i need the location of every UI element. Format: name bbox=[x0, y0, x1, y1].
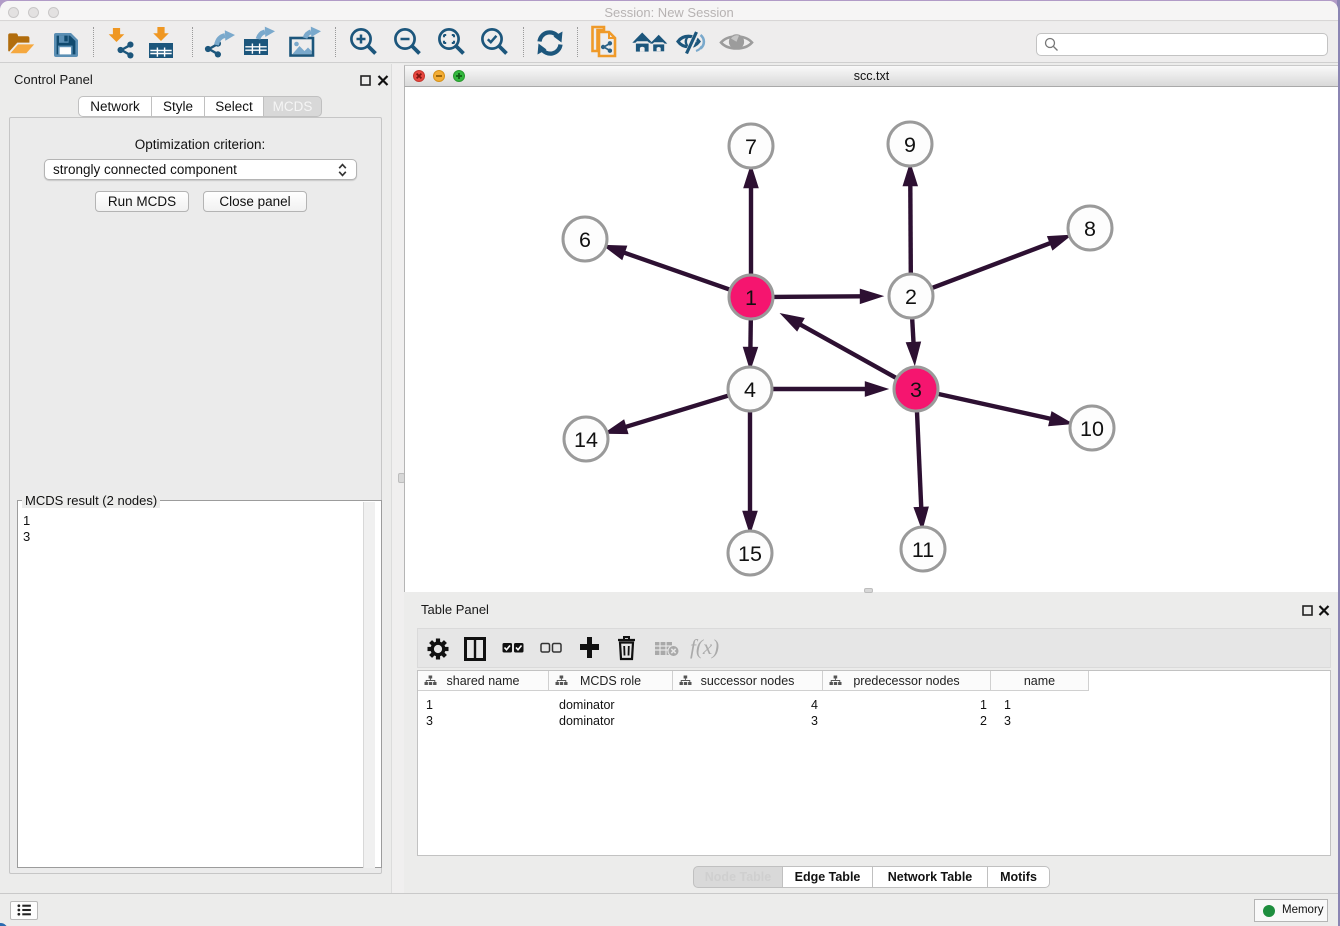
svg-text:8: 8 bbox=[1084, 217, 1096, 241]
svg-text:14: 14 bbox=[574, 428, 598, 452]
svg-text:11: 11 bbox=[912, 538, 934, 562]
svg-text:6: 6 bbox=[579, 228, 591, 252]
svg-text:1: 1 bbox=[745, 286, 757, 310]
svg-text:7: 7 bbox=[745, 135, 757, 159]
svg-text:2: 2 bbox=[905, 285, 917, 309]
svg-text:9: 9 bbox=[904, 133, 916, 157]
svg-text:4: 4 bbox=[744, 378, 756, 402]
svg-text:15: 15 bbox=[738, 542, 762, 566]
svg-text:10: 10 bbox=[1080, 417, 1104, 441]
svg-text:3: 3 bbox=[910, 378, 922, 402]
